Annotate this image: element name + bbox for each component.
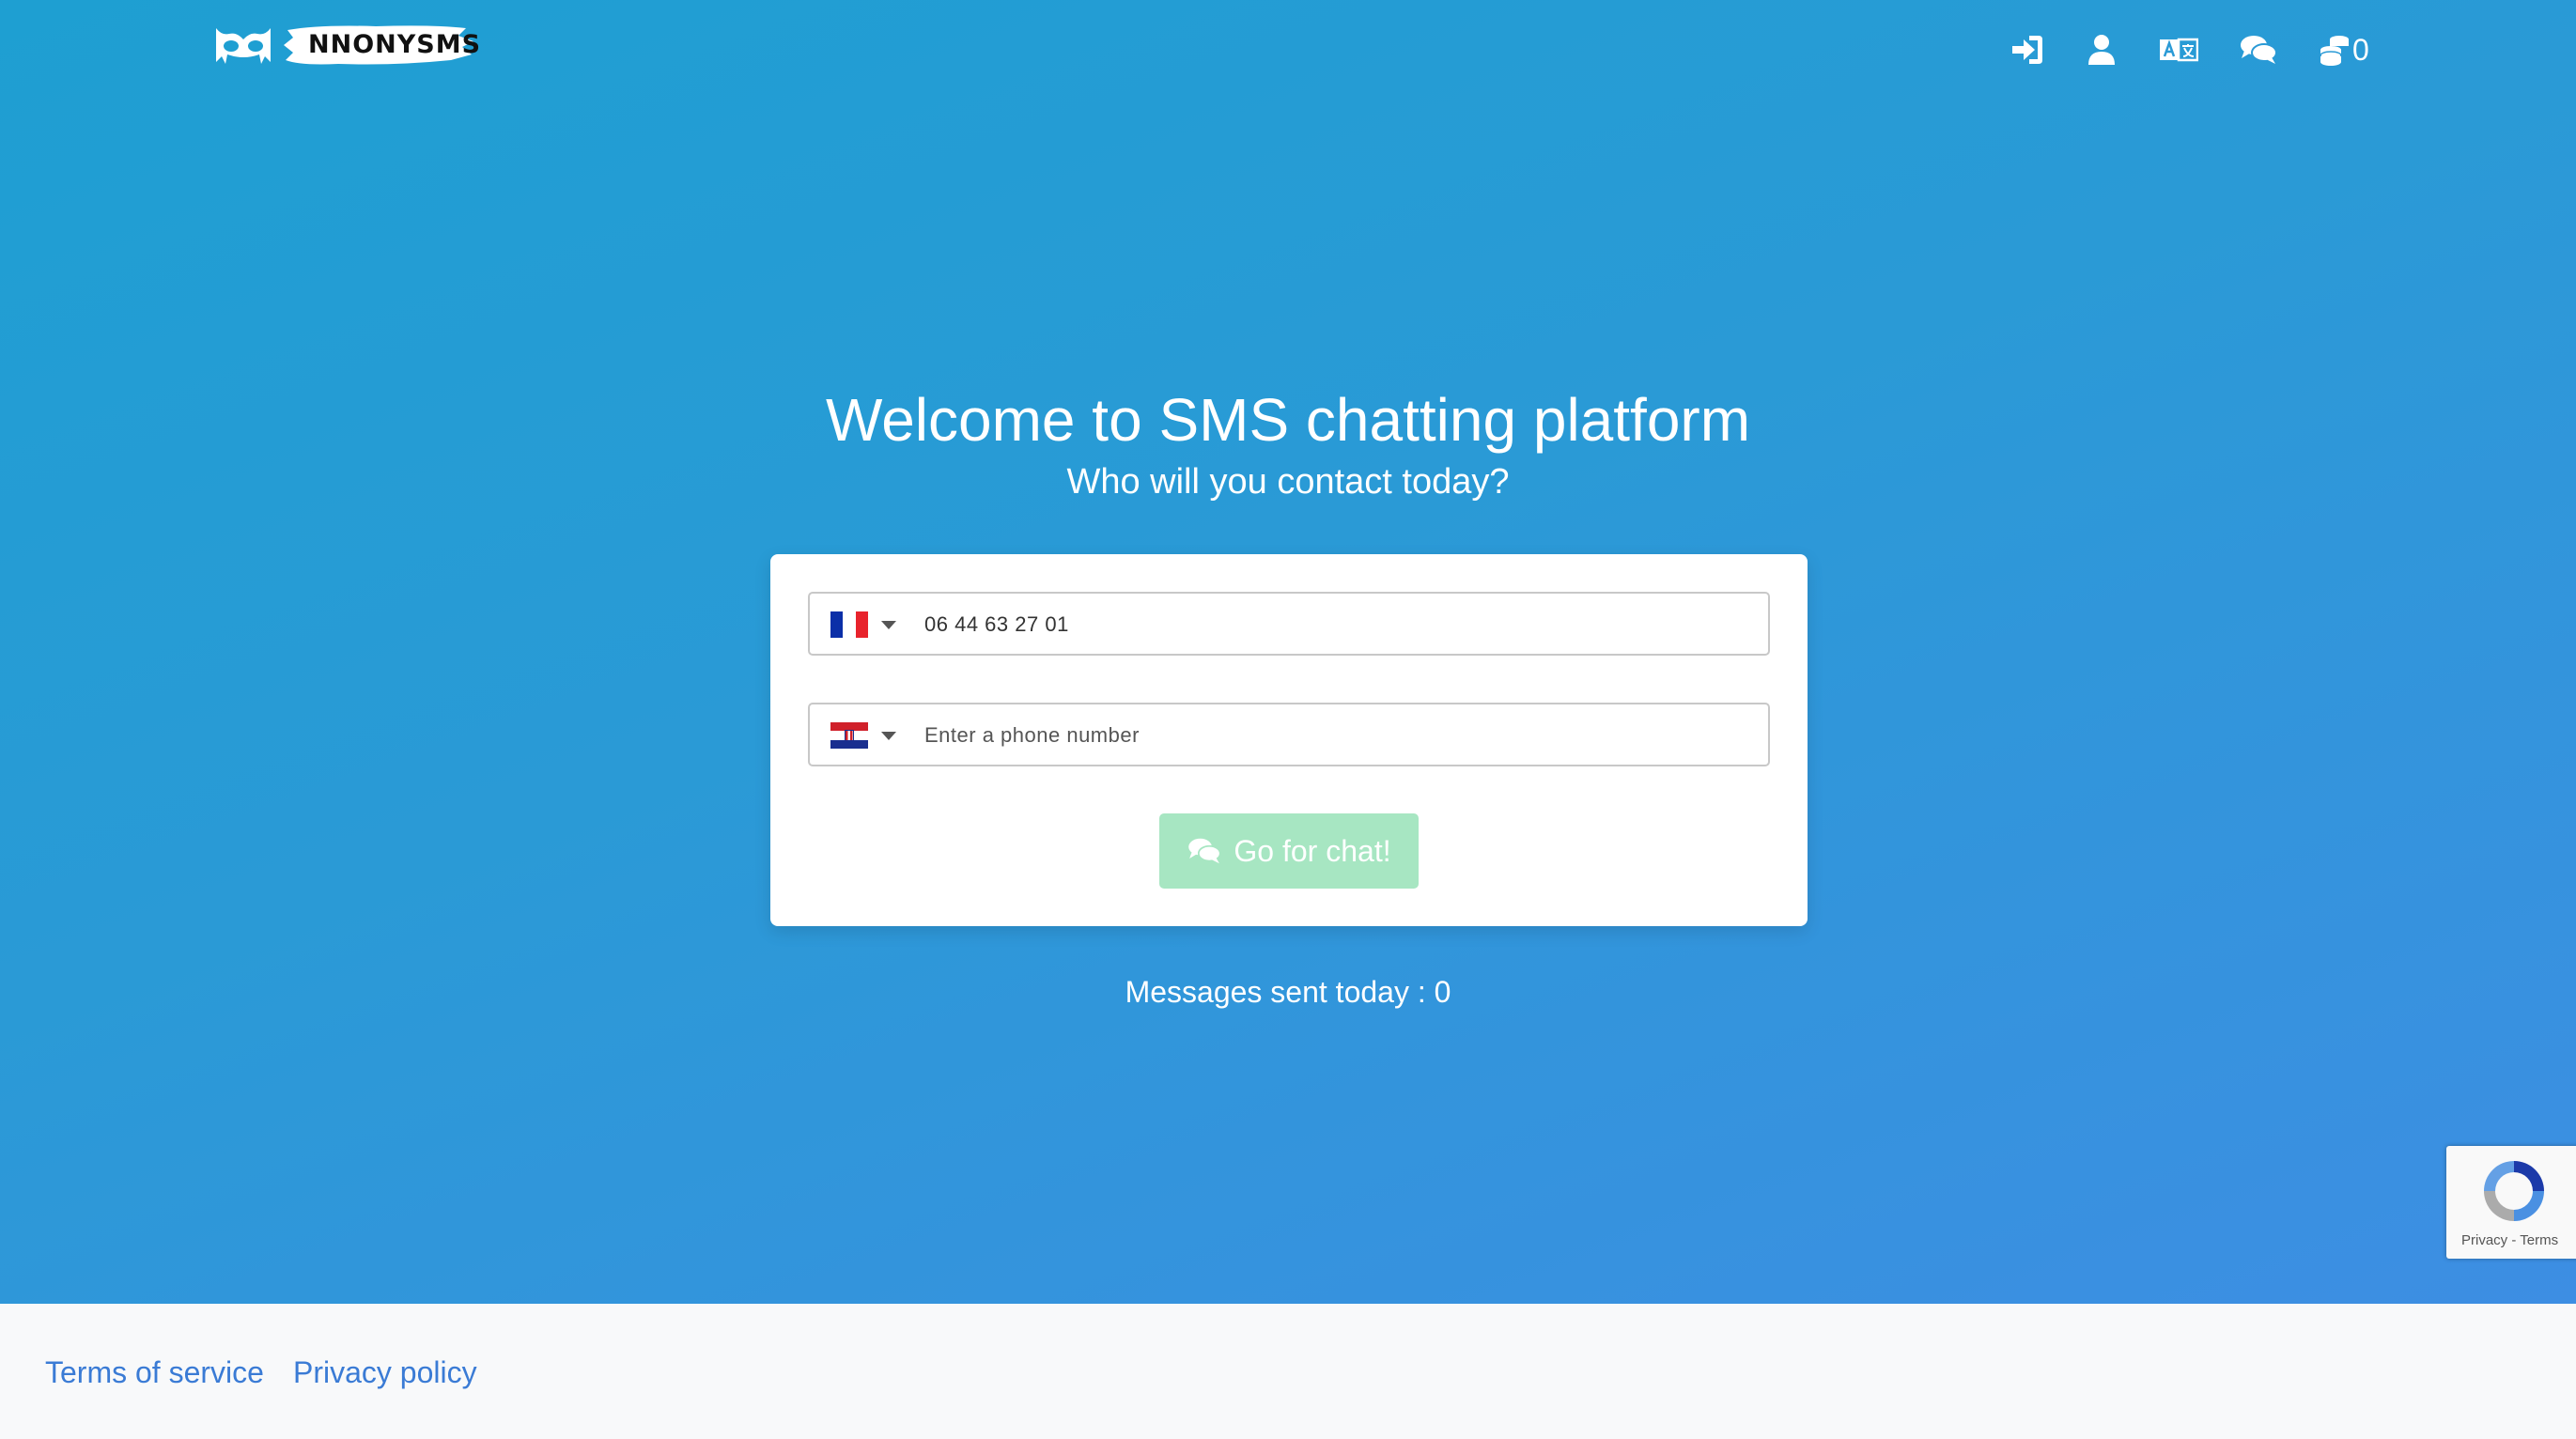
chevron-down-icon	[881, 731, 896, 740]
page-subtitle: Who will you contact today?	[1066, 462, 1510, 502]
chat-form-card: Go for chat!	[770, 554, 1808, 926]
sender-phone-field	[808, 592, 1770, 656]
go-for-chat-button[interactable]: Go for chat!	[1159, 813, 1419, 889]
brand-name: ΝNONYSMS	[308, 30, 482, 59]
recaptcha-links[interactable]: Privacy - Terms	[2461, 1232, 2558, 1248]
recipient-phone-field	[808, 703, 1770, 766]
user-icon	[2088, 35, 2115, 65]
page-footer: Terms of service Privacy policy	[0, 1304, 2576, 1439]
recaptcha-icon	[2484, 1161, 2544, 1221]
france-flag-icon	[830, 611, 868, 638]
translate-icon	[2160, 38, 2198, 62]
page-title: Welcome to SMS chatting platform	[825, 386, 1751, 454]
brand-wordmark: ΝNONYSMS	[282, 23, 480, 68]
recipient-phone-input[interactable]	[923, 704, 1753, 766]
coin-count: 0	[2352, 32, 2369, 67]
sender-phone-input[interactable]	[923, 594, 1753, 656]
terms-of-service-link[interactable]: Terms of service	[45, 1355, 264, 1390]
sign-in-icon	[2012, 36, 2042, 64]
messages-sent-counter: Messages sent today : 0	[1125, 975, 1451, 1009]
croatia-flag-icon	[830, 722, 868, 749]
privacy-policy-link[interactable]: Privacy policy	[293, 1355, 477, 1390]
recipient-country-select[interactable]	[830, 721, 896, 750]
chats-button[interactable]	[2240, 28, 2277, 71]
language-button[interactable]	[2159, 28, 2198, 71]
brand-logo[interactable]: ΝNONYSMS	[214, 21, 480, 70]
comments-icon	[1188, 838, 1222, 864]
recaptcha-badge[interactable]: Privacy - Terms	[2446, 1146, 2576, 1259]
go-for-chat-label: Go for chat!	[1234, 833, 1391, 868]
account-button[interactable]	[2087, 28, 2116, 71]
chevron-down-icon	[881, 620, 896, 629]
mask-icon	[216, 28, 271, 64]
hero-section: ΝNONYSMS 0 Welcome to SMS chatting platf…	[0, 0, 2576, 1304]
coins-balance[interactable]: 0	[2319, 28, 2369, 71]
login-button[interactable]	[2010, 28, 2044, 71]
comments-icon	[2241, 36, 2277, 64]
sender-country-select[interactable]	[830, 611, 896, 639]
coins-icon	[2320, 36, 2349, 66]
